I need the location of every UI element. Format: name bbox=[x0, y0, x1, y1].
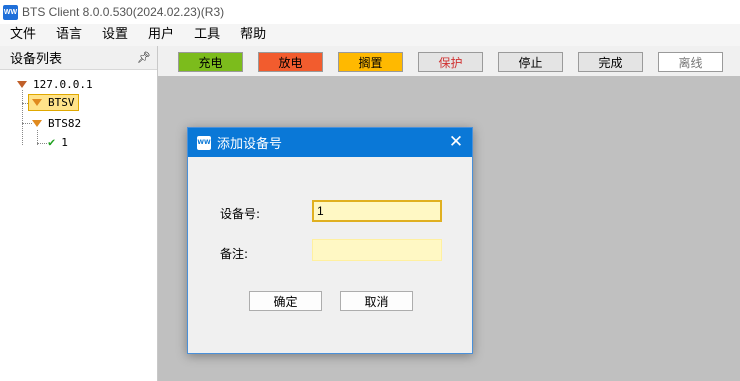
tree-line bbox=[22, 90, 23, 145]
collapse-arrow-icon[interactable] bbox=[32, 98, 42, 106]
status-finish-button[interactable]: 完成 bbox=[578, 52, 643, 72]
tree-node-label: BTS82 bbox=[48, 116, 82, 130]
device-tree: 127.0.0.1 BTSV BTS82 ✔ 1 bbox=[0, 70, 157, 370]
status-rest-button[interactable]: 搁置 bbox=[338, 52, 403, 72]
device-list-title: 设备列表 bbox=[10, 52, 63, 67]
tree-node-device-1[interactable]: ✔ 1 bbox=[48, 134, 68, 150]
status-protect-button[interactable]: 保护 bbox=[418, 52, 483, 72]
tree-node-label: BTSV bbox=[48, 95, 75, 109]
menu-user[interactable]: 用户 bbox=[138, 24, 184, 46]
tree-node-bts82[interactable]: BTS82 bbox=[32, 115, 81, 131]
cancel-button[interactable]: 取消 bbox=[340, 291, 413, 311]
title-bar: WW BTS Client 8.0.0.530(2024.02.23)(R3) bbox=[0, 0, 740, 24]
device-list-panel: 设备列表 📌︎ 127.0.0.1 BTSV BTS82 ✔ 1 bbox=[0, 46, 158, 381]
ok-button[interactable]: 确定 bbox=[249, 291, 322, 311]
tree-node-root[interactable]: 127.0.0.1 bbox=[17, 76, 93, 92]
status-charge-button[interactable]: 充电 bbox=[178, 52, 243, 72]
menu-tools[interactable]: 工具 bbox=[184, 24, 230, 46]
tree-node-label: 1 bbox=[61, 135, 68, 149]
app-icon: WW bbox=[3, 4, 18, 20]
dialog-app-icon: WW bbox=[197, 135, 211, 150]
note-label: 备注: bbox=[220, 247, 249, 261]
menu-file[interactable]: 文件 bbox=[0, 24, 46, 46]
device-number-input[interactable] bbox=[312, 200, 442, 222]
selected-node-highlight: BTSV bbox=[28, 93, 79, 111]
device-number-label: 设备号: bbox=[220, 207, 261, 221]
window-title: BTS Client 8.0.0.530(2024.02.23)(R3) bbox=[22, 5, 225, 19]
add-device-dialog: WW 添加设备号 ✕ 设备号: 备注: 确定 取消 bbox=[187, 127, 473, 354]
status-toolbar: 充电 放电 搁置 保护 停止 完成 离线 bbox=[158, 46, 740, 76]
note-input[interactable] bbox=[312, 239, 442, 261]
menu-bar: 文件 语言 设置 用户 工具 帮助 bbox=[0, 24, 740, 46]
tree-node-btsv[interactable]: BTSV bbox=[28, 93, 79, 111]
pin-icon[interactable]: 📌︎ bbox=[137, 51, 151, 64]
tree-line bbox=[22, 123, 32, 124]
collapse-arrow-icon[interactable] bbox=[32, 119, 42, 127]
close-icon[interactable]: ✕ bbox=[446, 132, 466, 152]
collapse-arrow-icon[interactable] bbox=[17, 80, 27, 88]
menu-language[interactable]: 语言 bbox=[46, 24, 92, 46]
dialog-title-bar: WW 添加设备号 ✕ bbox=[188, 128, 472, 157]
status-stop-button[interactable]: 停止 bbox=[498, 52, 563, 72]
menu-settings[interactable]: 设置 bbox=[92, 24, 138, 46]
tree-line bbox=[37, 143, 47, 144]
menu-help[interactable]: 帮助 bbox=[230, 24, 276, 46]
tree-node-label: 127.0.0.1 bbox=[33, 77, 93, 91]
dialog-title: 添加设备号 bbox=[217, 137, 283, 152]
status-discharge-button[interactable]: 放电 bbox=[258, 52, 323, 72]
check-icon: ✔ bbox=[48, 135, 56, 149]
status-offline-button[interactable]: 离线 bbox=[658, 52, 723, 72]
device-list-header: 设备列表 📌︎ bbox=[0, 46, 157, 70]
